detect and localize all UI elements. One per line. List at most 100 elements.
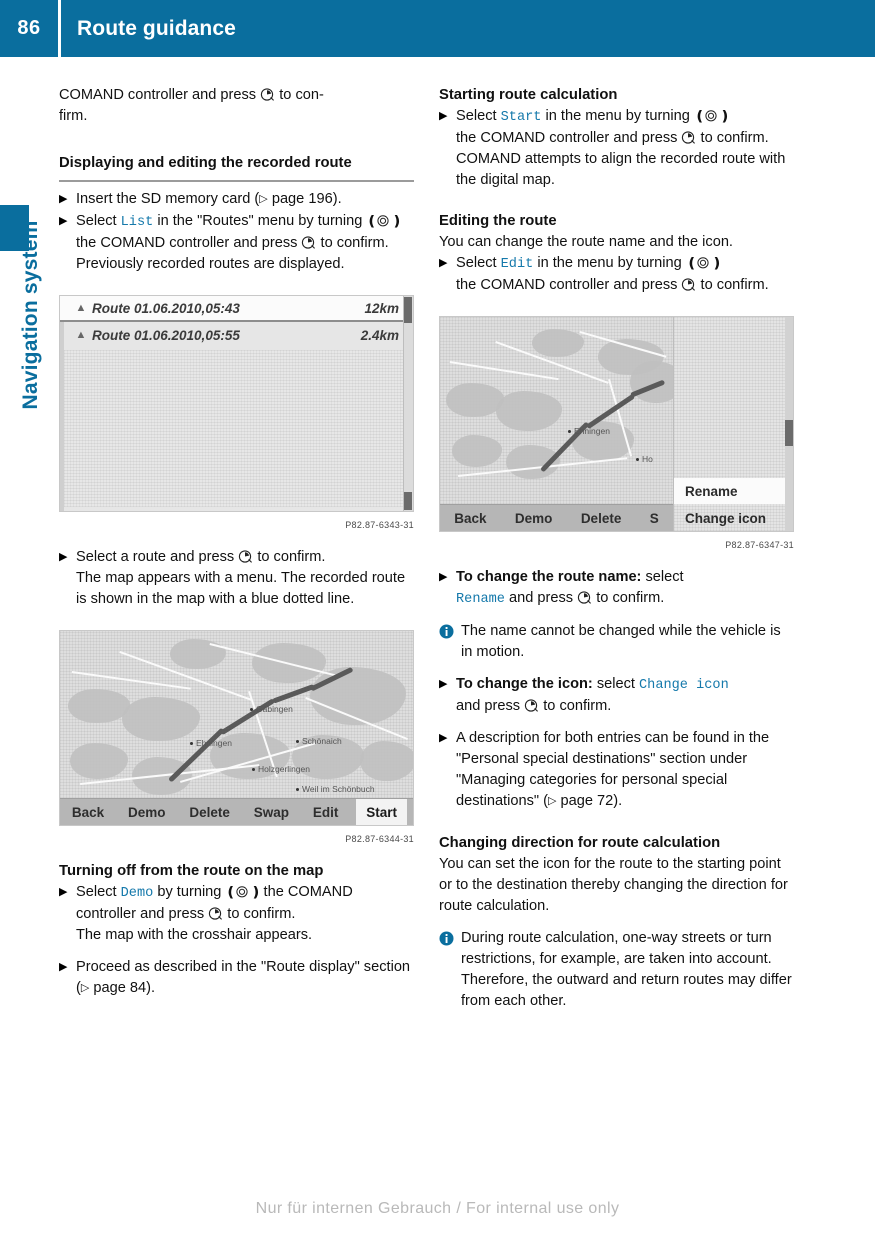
step-result-text: The map with the crosshair appears. [76,927,313,943]
list-item[interactable]: ▲ Route 01.06.2010,05:43 12km [60,296,413,322]
step-text: To change the route name: select Rename … [456,567,794,610]
note-text: The name cannot be changed while the veh… [461,623,781,660]
step-select-list: ▶ Select List in the "Routes" menu by tu… [59,211,414,275]
step-result-text: COMAND attempts to align the recorded ro… [456,151,786,188]
figure-edit-popup: Ehningen Ho Back Demo Delete S Rename Ch… [439,316,794,556]
step-text-a: Select [76,884,117,900]
step-select-start: ▶ Select Start in the menu by turning ❪❫… [439,106,794,191]
info-icon [439,621,461,639]
step-text: To change the icon: select Change icon a… [456,674,794,717]
step-text-b: ). [146,980,156,996]
menu-option-change-icon: Change icon [639,678,729,693]
popup-item-change-icon[interactable]: Change icon [674,505,793,531]
press-controller-icon [238,549,253,564]
route-distance: 2.4km [360,327,399,343]
step-text-a: Select [456,108,497,124]
route-name: Route 01.06.2010,05:43 [92,300,240,316]
step-text-a: Select [76,213,117,229]
heading-starting-route-calculation: Starting route calculation [439,87,618,103]
step-arrow-icon: ▶ [59,961,68,973]
figure-caption: P82.87-6343-31 [345,520,414,530]
figure-caption: P82.87-6347-31 [725,540,794,550]
popup-scrollbar[interactable] [785,317,793,531]
step-arrow-icon: ▶ [439,257,448,269]
route-distance: 12km [364,300,399,316]
map-menu-item-delete[interactable]: Delete [183,802,236,823]
step-select-route: ▶ Select a route and press to confirm. T… [59,547,414,610]
map-menu-item-demo[interactable]: Demo [509,508,559,529]
step-text-c: the COMAND controller and press [456,277,678,293]
popup-item-rename[interactable]: Rename [674,478,793,504]
intro-text-a: COMAND controller and press [59,87,257,103]
step-arrow-icon: ▶ [439,732,448,744]
step-text-a: Select [456,255,497,271]
intro-line2: firm. [59,108,88,124]
step-text-d: to confirm. [700,130,769,146]
menu-option-start: Start [500,110,542,125]
page-reference: page 72 [560,793,614,809]
step-text: Select a route and press to confirm. The… [76,547,414,610]
press-controller-icon [260,87,275,102]
right-column: Starting route calculation ▶ Select Star… [439,85,794,1012]
step-text-c: to confirm. [543,698,612,714]
map-canvas: Ehningen Ho [440,317,684,531]
step-text-a: select [645,569,684,585]
step-text: Proceed as described in the "Route displ… [76,957,414,1000]
note-name-in-motion: The name cannot be changed while the veh… [439,621,794,663]
editing-intro-text: You can change the route name and the ic… [439,234,733,250]
step-text-d: to confirm. [700,277,769,293]
heading-changing-direction: Changing direction for route calculation [439,835,721,851]
map-menu-bar: Back Demo Delete Swap Edit Start [60,798,413,825]
scrollbar-thumb-top[interactable] [404,297,412,323]
flag-icon: ▲ [75,301,87,314]
changing-direction-intro: You can set the icon for the route to th… [439,856,788,914]
map-menu-item-start[interactable]: Start [356,798,407,825]
svg-text:❪: ❪ [686,256,698,271]
svg-text:❫: ❫ [391,214,400,229]
list-scrollbar[interactable] [403,296,413,511]
map-menu-item-back[interactable]: Back [448,508,492,529]
step-select-demo: ▶ Select Demo by turning ❪❫ the COMAND c… [59,882,414,946]
menu-option-demo: Demo [120,886,154,901]
map-menu-item-back[interactable]: Back [66,802,110,823]
step-text: Select Edit in the menu by turning ❪❫ th… [456,253,794,296]
page-number: 86 [17,17,41,39]
step-text-c: the COMAND controller and press [456,130,678,146]
heading-turning-off: Turning off from the route on the map [59,863,324,879]
heading-editing-route: Editing the route [439,213,557,229]
press-controller-icon [577,590,592,605]
press-controller-icon [524,698,539,713]
page-ref-arrow-icon: ▷ [259,193,268,205]
step-arrow-icon: ▶ [439,110,448,122]
map-menu-item-edit[interactable]: Edit [307,802,345,823]
page-title: Route guidance [77,16,236,40]
step-text-c: the COMAND controller and press [76,235,298,251]
step-change-route-name: ▶ To change the route name: select Renam… [439,567,794,610]
step-proceed-route-display: ▶ Proceed as described in the "Route dis… [59,957,414,1000]
press-controller-icon [681,277,696,292]
list-item[interactable]: ▲ Route 01.06.2010,05:55 2.4km [60,322,413,348]
svg-text:❪: ❪ [366,214,378,229]
scrollbar-thumb[interactable] [785,419,793,446]
scrollbar-thumb-bottom[interactable] [404,492,412,510]
note-text: During route calculation, one-way street… [461,930,792,1009]
svg-text:❪: ❪ [225,885,237,900]
figure-routes-list: ▲ Route 01.06.2010,05:43 12km ▲ Route 01… [59,295,414,536]
step-text: Select Start in the menu by turning ❪❫ t… [456,106,794,191]
footer-watermark: Nur für internen Gebrauch / For internal… [255,1200,620,1217]
step-text-b: ). [613,793,623,809]
press-controller-icon [208,906,223,921]
edit-popup-panel: Rename Change icon [673,317,793,531]
list-empty-area [64,350,403,507]
svg-text:❫: ❫ [250,885,259,900]
map-menu-item-demo[interactable]: Demo [122,802,172,823]
menu-option-rename: Rename [456,592,505,607]
map-menu-item-delete[interactable]: Delete [575,508,628,529]
intro-paragraph: COMAND controller and press to con- firm… [59,85,414,127]
menu-option-edit: Edit [500,257,534,272]
map-menu-item-swap-truncated[interactable]: S [644,508,665,529]
note-oneway-streets: During route calculation, one-way street… [439,928,794,1012]
svg-text:❫: ❫ [719,109,728,124]
map-menu-item-swap[interactable]: Swap [248,802,295,823]
step-arrow-icon: ▶ [59,193,68,205]
